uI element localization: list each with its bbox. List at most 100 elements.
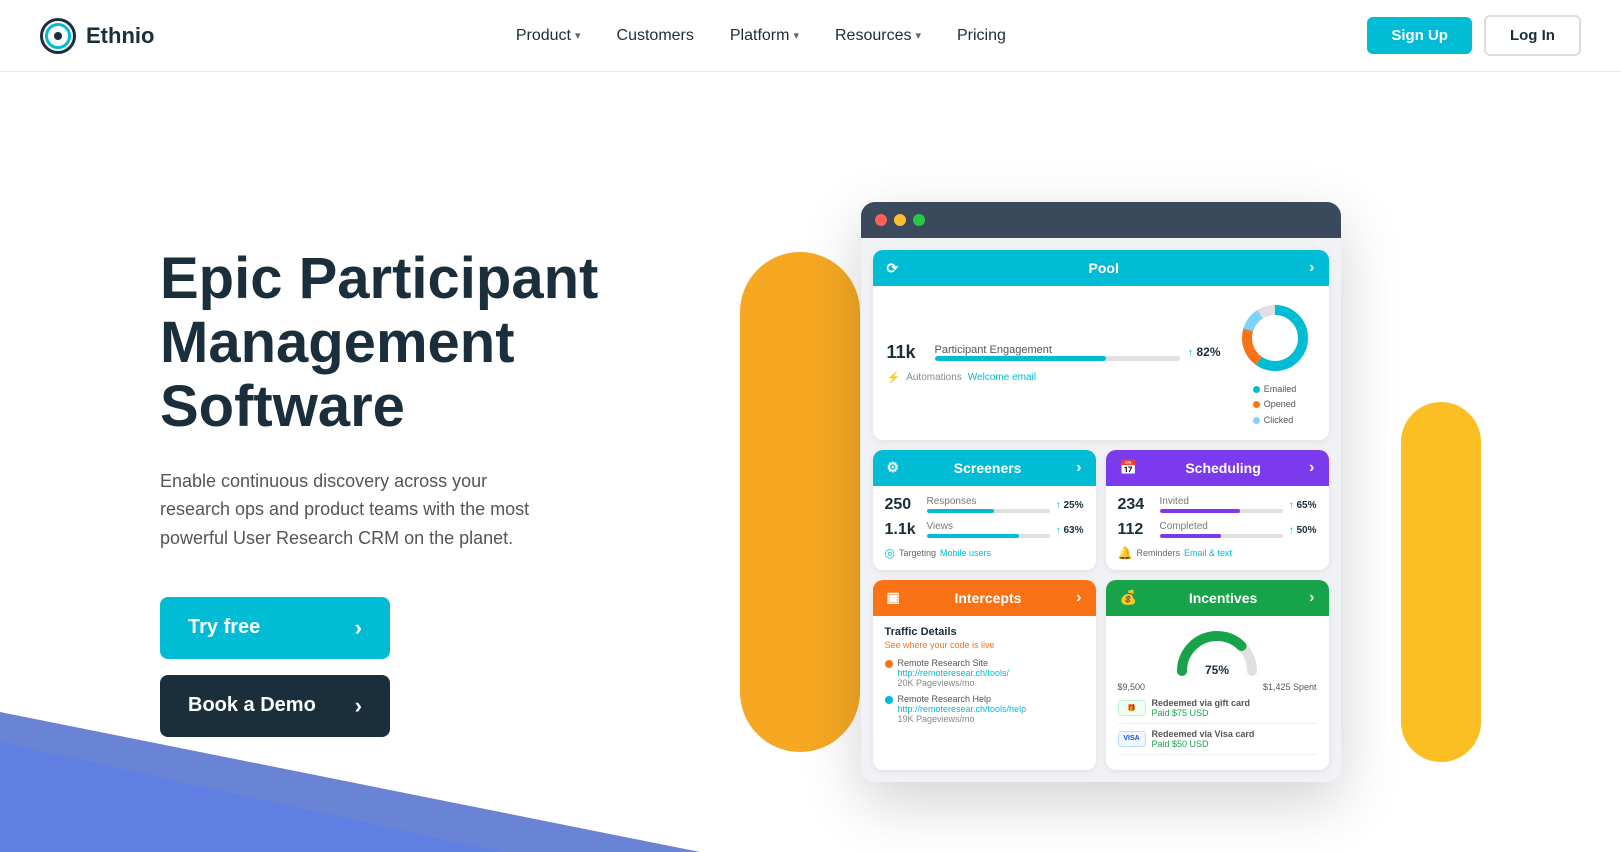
legend-clicked-dot xyxy=(1253,417,1260,424)
targeting-footer: ◎ Targeting Mobile users xyxy=(885,546,1084,560)
nav-platform[interactable]: Platform ▾ xyxy=(730,27,799,45)
views-stat: 1.1k Views ↑ 63% xyxy=(885,521,1084,540)
pool-bar xyxy=(935,356,1180,361)
hero-title: Epic Participant Management Software xyxy=(160,247,640,438)
invited-pct: ↑ 65% xyxy=(1289,500,1317,511)
try-free-arrow-icon: › xyxy=(355,615,362,641)
automations-link[interactable]: Welcome email xyxy=(968,372,1036,383)
pool-stats: 11k Participant Engagement ↑ 82% xyxy=(887,342,1221,384)
logo[interactable]: Ethnio xyxy=(40,18,154,54)
dashboard-titlebar xyxy=(861,202,1341,238)
reminders-footer: 🔔 Reminders Email & text xyxy=(1118,546,1317,560)
hero-content: Epic Participant Management Software Ena… xyxy=(160,247,640,737)
nav-pricing[interactable]: Pricing xyxy=(957,27,1006,45)
pool-donut-chart xyxy=(1235,298,1315,378)
pool-label: Participant Engagement xyxy=(935,344,1180,356)
dashboard-card: ⟳ Pool › 11k Participant Engagement xyxy=(861,202,1341,782)
pool-donut-area: Emailed Opened Clicked xyxy=(1235,298,1315,428)
scheduling-title: Scheduling xyxy=(1185,460,1260,476)
legend-emailed: Emailed xyxy=(1253,382,1297,397)
targeting-label: Targeting xyxy=(899,548,936,558)
incentives-rows: 🎁 Redeemed via gift card Paid $75 USD VI… xyxy=(1118,698,1317,755)
svg-text:75%: 75% xyxy=(1205,663,1229,676)
signup-button[interactable]: Sign Up xyxy=(1367,17,1472,54)
pool-engagement-row: 11k Participant Engagement ↑ 82% xyxy=(887,342,1221,363)
navigation: Ethnio Product ▾ Customers Platform ▾ Re… xyxy=(0,0,1621,72)
window-close-dot xyxy=(875,214,887,226)
login-button[interactable]: Log In xyxy=(1484,15,1581,56)
two-col-row-2: ▣ Intercepts › Traffic Details See where… xyxy=(873,580,1329,770)
spent-amount: $1,425 Spent xyxy=(1263,682,1317,692)
invited-info: Invited xyxy=(1160,496,1283,515)
scheduling-icon: 📅 xyxy=(1120,459,1137,476)
screeners-body: 250 Responses ↑ 25% 1.1k xyxy=(873,486,1096,570)
traffic-dot-1 xyxy=(885,660,893,668)
traffic-title: Traffic Details xyxy=(885,626,1084,638)
window-minimize-dot xyxy=(894,214,906,226)
nav-product[interactable]: Product ▾ xyxy=(516,27,581,45)
scheduling-body: 234 Invited ↑ 65% 112 xyxy=(1106,486,1329,570)
visa-card-icon: VISA xyxy=(1118,731,1146,747)
book-demo-button[interactable]: Book a Demo › xyxy=(160,675,390,737)
screeners-chevron-icon: › xyxy=(1076,459,1081,477)
responses-info: Responses xyxy=(927,496,1050,515)
hero-section: Epic Participant Management Software Ena… xyxy=(0,72,1621,852)
pool-title: Pool xyxy=(1089,260,1119,276)
pool-count: 11k xyxy=(887,342,927,363)
dashboard-body: ⟳ Pool › 11k Participant Engagement xyxy=(861,238,1341,782)
reminders-label: Reminders xyxy=(1136,548,1180,558)
views-count: 1.1k xyxy=(885,521,921,539)
incentives-title: Incentives xyxy=(1189,590,1257,606)
intercepts-icon: ▣ xyxy=(887,589,900,606)
completed-count: 112 xyxy=(1118,521,1154,539)
invited-stat: 234 Invited ↑ 65% xyxy=(1118,496,1317,515)
reminders-icon: 🔔 xyxy=(1118,546,1133,560)
reminders-link[interactable]: Email & text xyxy=(1184,548,1232,558)
pool-header: ⟳ Pool › xyxy=(873,250,1329,286)
incentives-icon: 💰 xyxy=(1120,589,1137,606)
screeners-section: ⚙ Screeners › 250 Responses xyxy=(873,450,1096,570)
scheduling-header: 📅 Scheduling › xyxy=(1106,450,1329,486)
responses-count: 250 xyxy=(885,496,921,514)
completed-bar-fill xyxy=(1160,534,1222,538)
gauge-wrapper: 75% xyxy=(1118,626,1317,676)
intercepts-header: ▣ Intercepts › xyxy=(873,580,1096,616)
completed-info: Completed xyxy=(1160,521,1283,540)
intercepts-section: ▣ Intercepts › Traffic Details See where… xyxy=(873,580,1096,770)
views-bar-fill xyxy=(927,534,1019,538)
views-bar xyxy=(927,534,1050,538)
resources-chevron-icon: ▾ xyxy=(915,29,921,42)
logo-icon xyxy=(40,18,76,54)
incentives-section: 💰 Incentives › 75% xyxy=(1106,580,1329,770)
legend-opened-dot xyxy=(1253,401,1260,408)
responses-stat: 250 Responses ↑ 25% xyxy=(885,496,1084,515)
targeting-link[interactable]: Mobile users xyxy=(940,548,991,558)
incentives-row-1-info: Redeemed via gift card Paid $75 USD xyxy=(1152,698,1317,718)
donut-legend: Emailed Opened Clicked xyxy=(1253,382,1297,428)
product-chevron-icon: ▾ xyxy=(575,29,581,42)
traffic-site-1: Remote Research Site http://remoteresear… xyxy=(885,658,1084,688)
gift-card-icon: 🎁 xyxy=(1118,700,1146,716)
brand-name: Ethnio xyxy=(86,23,154,49)
responses-bar-fill xyxy=(927,509,995,513)
platform-chevron-icon: ▾ xyxy=(793,29,799,42)
pool-pct: ↑ 82% xyxy=(1188,345,1221,359)
pool-section: ⟳ Pool › 11k Participant Engagement xyxy=(873,250,1329,440)
total-amount: $9,500 xyxy=(1118,682,1146,692)
window-maximize-dot xyxy=(913,214,925,226)
incentives-body: 75% $9,500 $1,425 Spent 🎁 xyxy=(1106,616,1329,770)
screeners-header: ⚙ Screeners › xyxy=(873,450,1096,486)
legend-emailed-dot xyxy=(1253,386,1260,393)
incentives-amounts: $9,500 $1,425 Spent xyxy=(1118,682,1317,692)
intercepts-title: Intercepts xyxy=(954,590,1021,606)
try-free-button[interactable]: Try free › xyxy=(160,597,390,659)
pool-bar-fill xyxy=(935,356,1107,361)
incentives-row-1: 🎁 Redeemed via gift card Paid $75 USD xyxy=(1118,698,1317,724)
screeners-title: Screeners xyxy=(954,460,1022,476)
nav-customers[interactable]: Customers xyxy=(617,27,694,45)
targeting-icon: ◎ xyxy=(885,546,895,560)
nav-links: Product ▾ Customers Platform ▾ Resources… xyxy=(516,27,1006,45)
traffic-info-1: Remote Research Site http://remoteresear… xyxy=(898,658,1010,688)
traffic-dot-2 xyxy=(885,696,893,704)
nav-resources[interactable]: Resources ▾ xyxy=(835,27,921,45)
